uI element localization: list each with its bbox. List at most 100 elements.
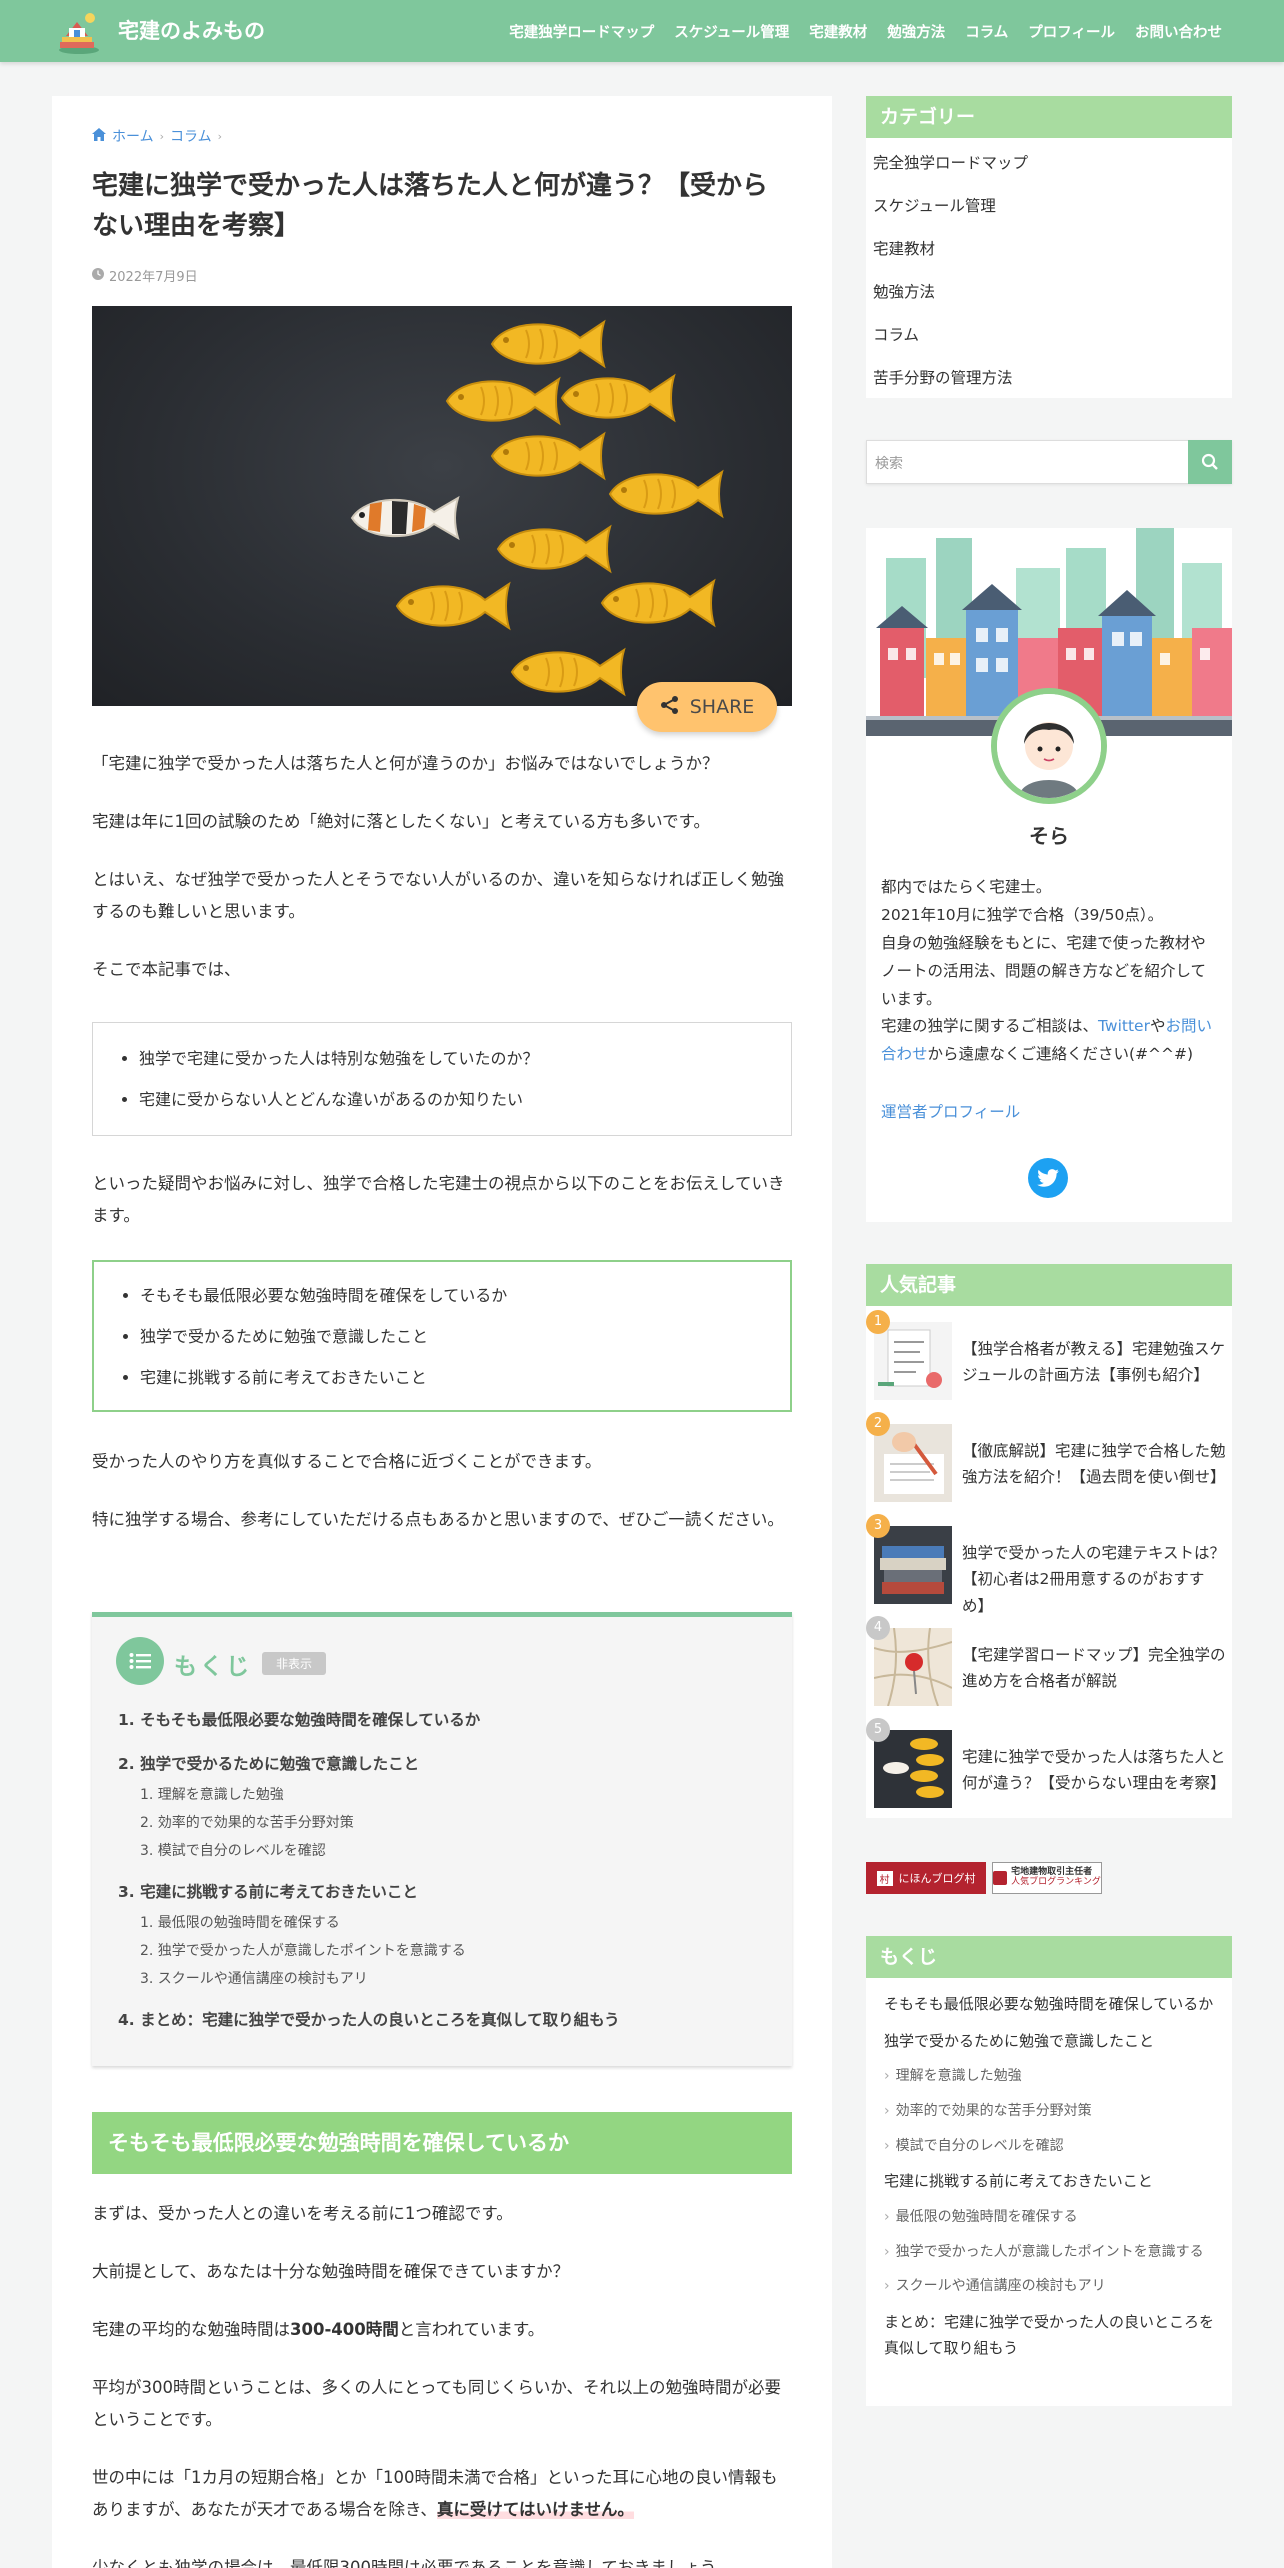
section-heading: そもそも最低限必要な勉強時間を確保しているか — [92, 2112, 792, 2174]
category-link[interactable]: コラム — [866, 314, 1232, 357]
sidebar-toc-list: そもそも最低限必要な勉強時間を確保しているか 独学で受かるために勉強で意識したこ… — [884, 1992, 1224, 2372]
popular-item[interactable]: 2 【徹底解説】宅建に独学で合格した勉強方法を紹介！【過去問を使い倒せ】 — [866, 1412, 1230, 1514]
twitter-icon — [1037, 1169, 1059, 1187]
body-paragraph: 大前提として、あなたは十分な勉強時間を確保できていますか？ — [92, 2262, 570, 2281]
sidebar-toc-title: もくじ — [866, 1936, 1232, 1978]
category-widget: カテゴリー 完全独学ロードマップ スケジュール管理 宅建教材 勉強方法 コラム … — [866, 96, 1232, 398]
nav-study-method[interactable]: 勉強方法 — [887, 21, 945, 42]
popular-item-title[interactable]: 宅建に独学で受かった人は落ちた人と何が違う？【受からない理由を考察】 — [962, 1744, 1226, 1797]
site-logo[interactable] — [54, 6, 104, 56]
article-thumbnail — [874, 1730, 952, 1808]
breadcrumb-home[interactable]: ホーム — [112, 126, 154, 146]
rank-badge: 3 — [866, 1514, 890, 1538]
list-item: そもそも最低限必要な勉強時間を確保をしているか — [140, 1276, 770, 1317]
toc-hide-button[interactable]: 非表示 — [262, 1652, 327, 1675]
article-thumbnail — [874, 1628, 952, 1706]
toc-subitem[interactable]: 1. 理解を意識した勉強 — [118, 1781, 778, 1809]
intro-paragraph: 受かった人のやり方を真似することで合格に近づくことができます。 — [92, 1452, 602, 1471]
search-input[interactable]: 検索 — [875, 453, 903, 473]
toc-subitem[interactable]: 2. 効率的で効果的な苦手分野対策 — [118, 1809, 778, 1837]
blog-ranking-banner[interactable]: 宅地建物取引主任者 人気ブログランキング — [992, 1862, 1102, 1894]
search-box[interactable]: 検索 — [866, 440, 1232, 484]
intro-paragraph: とはいえ、なぜ独学で受かった人とそうでない人がいるのか、違いを知らなければ正しく… — [92, 870, 785, 922]
popular-item[interactable]: 1 【独学合格者が教える】宅建勉強スケジュールの計画方法【事例も紹介】 — [866, 1310, 1230, 1412]
category-link[interactable]: 勉強方法 — [866, 271, 1232, 314]
article-thumbnail — [874, 1526, 952, 1604]
sidebar-toc-subitem[interactable]: 模試で自分のレベルを確認 — [884, 2135, 1224, 2159]
intro-paragraph: 特に独学する場合、参考にしていただける点もあるかと思いますので、ぜひご一読くださ… — [92, 1510, 784, 1529]
post-date: 2022年7月9日 — [92, 266, 198, 285]
toc-item[interactable]: 1. そもそも最低限必要な勉強時間を確保しているか — [118, 1703, 778, 1737]
popular-item[interactable]: 4 【宅建学習ロードマップ】完全独学の進め方を合格者が解説 — [866, 1616, 1230, 1718]
list-item: 宅建に受からない人とどんな違いがあるのか知りたい — [139, 1080, 771, 1121]
chevron-right-icon: › — [159, 129, 164, 143]
toc-subitem[interactable]: 2. 独学で受かった人が意識したポイントを意識する — [118, 1937, 778, 1965]
points-list: そもそも最低限必要な勉強時間を確保をしているか 独学で受かるために勉強で意識した… — [92, 1260, 792, 1413]
nav-roadmap[interactable]: 宅建独学ロードマップ — [509, 21, 654, 42]
body-paragraph: 世の中には「1カ月の短期合格」とか「100時間未満で合格」といった耳に心地の良い… — [92, 2468, 778, 2520]
popular-title: 人気記事 — [866, 1264, 1232, 1306]
category-link[interactable]: 苦手分野の管理方法 — [866, 357, 1232, 400]
nav-schedule[interactable]: スケジュール管理 — [674, 21, 789, 42]
popular-item-title[interactable]: 【徹底解説】宅建に独学で合格した勉強方法を紹介！【過去問を使い倒せ】 — [962, 1438, 1226, 1491]
blogmura-banner[interactable]: 村 にほんブログ村 — [866, 1862, 986, 1894]
intro-paragraph: 宅建は年に1回の試験のため「絶対に落としたくない」と考えている方も多いです。 — [92, 812, 711, 831]
avatar — [991, 688, 1107, 804]
breadcrumb-column[interactable]: コラム — [170, 126, 212, 146]
category-title: カテゴリー — [866, 96, 1232, 138]
share-button[interactable]: SHARE — [637, 682, 777, 732]
list-item: 宅建に挑戦する前に考えておきたいこと — [140, 1358, 770, 1399]
profile-widget: そら 都内ではたらく宅建士。 2021年10月に独学で合格（39/50点）。 自… — [866, 528, 1232, 1222]
sidebar-toc-item[interactable]: 宅建に挑戦する前に考えておきたいこと — [884, 2169, 1224, 2195]
share-icon — [660, 695, 680, 720]
sidebar-toc-subitem[interactable]: スクールや通信講座の検討もアリ — [884, 2275, 1224, 2299]
search-icon — [1201, 453, 1218, 470]
blogmura-icon: 村 — [876, 1870, 893, 1886]
list-item: 独学で宅建に受かった人は特別な勉強をしていたのか？ — [139, 1039, 771, 1080]
toc-subitem[interactable]: 3. 模試で自分のレベルを確認 — [118, 1837, 778, 1865]
popular-item[interactable]: 3 独学で受かった人の宅建テキストは？【初心者は2冊用意するのがおすすめ】 — [866, 1514, 1230, 1619]
popular-item-title[interactable]: 【独学合格者が教える】宅建勉強スケジュールの計画方法【事例も紹介】 — [962, 1336, 1226, 1389]
twitter-link[interactable]: Twitter — [1098, 1017, 1150, 1035]
profile-name: そら — [1029, 824, 1069, 848]
sidebar-toc-subitem[interactable]: 独学で受かった人が意識したポイントを意識する — [884, 2241, 1224, 2265]
twitter-button[interactable] — [1028, 1158, 1068, 1198]
breadcrumb: ホーム › コラム › — [92, 126, 222, 146]
sidebar-toc-item[interactable]: 独学で受かるために勉強で意識したこと — [884, 2029, 1224, 2055]
popular-item-title[interactable]: 【宅建学習ロードマップ】完全独学の進め方を合格者が解説 — [962, 1642, 1226, 1695]
category-link[interactable]: 完全独学ロードマップ — [866, 142, 1232, 185]
toc-item[interactable]: 2. 独学で受かるために勉強で意識したこと — [118, 1747, 778, 1781]
nav-column[interactable]: コラム — [965, 21, 1008, 42]
ranking-banners: 村 にほんブログ村 宅地建物取引主任者 人気ブログランキング — [866, 1862, 1102, 1894]
article-card: ホーム › コラム › 宅建に独学で受かった人は落ちた人と何が違う？【受からない… — [52, 96, 832, 2568]
search-button[interactable] — [1188, 440, 1232, 484]
nav-materials[interactable]: 宅建教材 — [809, 21, 867, 42]
sidebar-toc-widget: もくじ そもそも最低限必要な勉強時間を確保しているか 独学で受かるために勉強で意… — [866, 1936, 1232, 2406]
site-title[interactable]: 宅建のよみもの — [118, 15, 265, 45]
category-link[interactable]: スケジュール管理 — [866, 185, 1232, 228]
sidebar-toc-subitem[interactable]: 最低限の勉強時間を確保する — [884, 2206, 1224, 2230]
popular-item[interactable]: 5 宅建に独学で受かった人は落ちた人と何が違う？【受からない理由を考察】 — [866, 1718, 1230, 1820]
ranking-icon — [993, 1871, 1008, 1885]
toc-list: 1. そもそも最低限必要な勉強時間を確保しているか 2. 独学で受かるために勉強… — [118, 1703, 778, 2037]
site-header: 宅建のよみもの 宅建独学ロードマップ スケジュール管理 宅建教材 勉強方法 コラ… — [0, 0, 1284, 62]
rank-badge: 2 — [866, 1412, 890, 1436]
clock-icon — [92, 267, 104, 284]
toc-subitem[interactable]: 1. 最低限の勉強時間を確保する — [118, 1909, 778, 1937]
rank-badge: 1 — [866, 1310, 890, 1334]
toc-item[interactable]: 4. まとめ：宅建に独学で受かった人の良いところを真似して取り組もう — [118, 2003, 778, 2037]
sidebar-toc-item[interactable]: そもそも最低限必要な勉強時間を確保しているか — [884, 1992, 1224, 2018]
intro-paragraph: そこで本記事では、 — [92, 960, 241, 979]
toc-item[interactable]: 3. 宅建に挑戦する前に考えておきたいこと — [118, 1875, 778, 1909]
nav-contact[interactable]: お問い合わせ — [1135, 21, 1222, 42]
sidebar-toc-item[interactable]: まとめ：宅建に独学で受かった人の良いところを真似して取り組もう — [884, 2310, 1224, 2361]
nav-profile[interactable]: プロフィール — [1028, 21, 1115, 42]
toc-subitem[interactable]: 3. スクールや通信講座の検討もアリ — [118, 1965, 778, 1993]
intro-paragraph: 「宅建に独学で受かった人は落ちた人と何が違うのか」お悩みではないでしょうか？ — [92, 754, 719, 773]
popular-item-title[interactable]: 独学で受かった人の宅建テキストは？【初心者は2冊用意するのがおすすめ】 — [962, 1540, 1226, 1619]
emphasis-text: 300-400時間 — [290, 2320, 399, 2339]
category-link[interactable]: 宅建教材 — [866, 228, 1232, 271]
sidebar-toc-subitem[interactable]: 効率的で効果的な苦手分野対策 — [884, 2100, 1224, 2124]
sidebar-toc-subitem[interactable]: 理解を意識した勉強 — [884, 2065, 1224, 2089]
operator-profile-link[interactable]: 運営者プロフィール — [881, 1100, 1020, 1122]
